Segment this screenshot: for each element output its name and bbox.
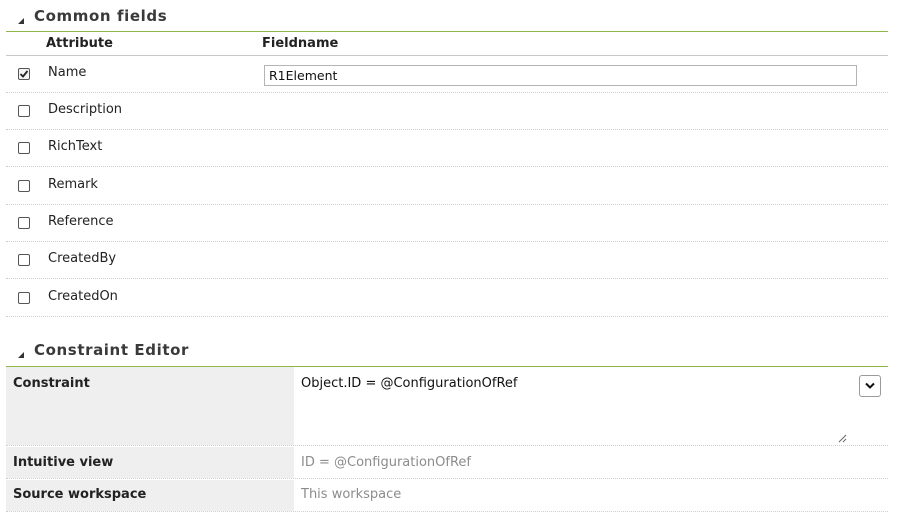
table-row: CreatedBy	[6, 242, 888, 279]
intuitive-view-row: Intuitive view ID = @ConfigurationOfRef	[6, 447, 888, 479]
source-workspace-row: Source workspace This workspace	[6, 480, 888, 512]
attribute-label: RichText	[48, 139, 103, 154]
source-workspace-value: This workspace	[301, 487, 402, 502]
section-title: Constraint Editor	[34, 341, 190, 359]
constraint-editor-header[interactable]: Constraint Editor	[6, 337, 888, 363]
table-header: Attribute Fieldname	[6, 32, 888, 56]
common-fields-header[interactable]: Common fields	[6, 3, 888, 29]
source-workspace-label: Source workspace	[6, 480, 294, 511]
reference-checkbox[interactable]	[18, 217, 30, 229]
resize-grip-icon[interactable]	[838, 428, 847, 443]
table-row: Description	[6, 93, 888, 130]
remark-checkbox[interactable]	[18, 180, 30, 192]
name-checkbox[interactable]	[18, 68, 30, 80]
attribute-label: CreatedOn	[48, 289, 118, 304]
attribute-label: Name	[48, 65, 87, 80]
intuitive-view-value: ID = @ConfigurationOfRef	[301, 455, 471, 470]
attribute-label: Remark	[48, 177, 98, 192]
createdby-checkbox[interactable]	[18, 254, 30, 266]
constraint-row: Constraint Object.ID = @ConfigurationOfR…	[6, 367, 888, 446]
constraint-expression: Object.ID = @ConfigurationOfRef	[301, 376, 518, 391]
attribute-label: CreatedBy	[48, 251, 117, 266]
table-row: Name R1Element	[6, 56, 888, 93]
section-title: Common fields	[34, 7, 168, 25]
table-row: Remark	[6, 168, 888, 205]
attribute-label: Reference	[48, 214, 114, 229]
fieldname-input[interactable]: R1Element	[264, 65, 857, 86]
column-header-fieldname: Fieldname	[262, 36, 339, 51]
collapse-triangle-icon[interactable]	[16, 345, 26, 358]
column-header-attribute: Attribute	[46, 36, 113, 51]
constraint-dropdown-button[interactable]	[859, 375, 881, 397]
table-row: RichText	[6, 130, 888, 167]
constraint-label: Constraint	[6, 367, 294, 445]
checkmark-icon	[19, 70, 29, 78]
collapse-triangle-icon[interactable]	[16, 11, 26, 24]
attribute-label: Description	[48, 102, 123, 117]
description-checkbox[interactable]	[18, 105, 30, 117]
intuitive-view-label: Intuitive view	[6, 447, 294, 478]
table-row: Reference	[6, 205, 888, 242]
chevron-down-icon	[865, 382, 875, 389]
richtext-checkbox[interactable]	[18, 142, 30, 154]
createdon-checkbox[interactable]	[18, 292, 30, 304]
table-row: CreatedOn	[6, 280, 888, 317]
